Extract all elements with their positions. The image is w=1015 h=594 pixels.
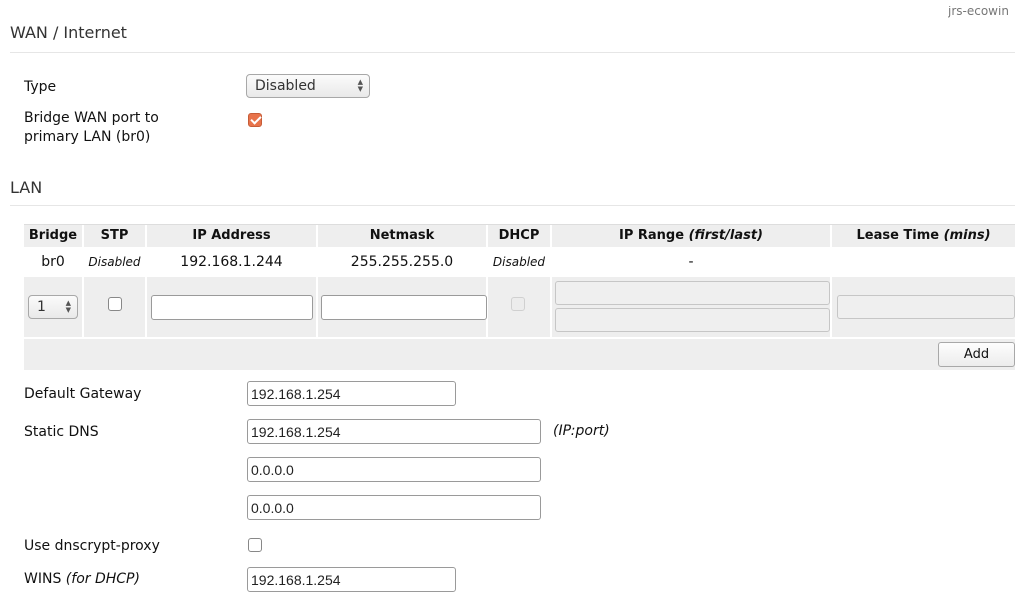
wins-label: WINS (for DHCP) [24,570,140,589]
new-stp-checkbox[interactable] [108,297,122,311]
lease-time-header-text: Lease Time [856,228,940,243]
wan-type-value: Disabled [255,78,316,94]
dns3-input[interactable] [247,495,541,520]
col-sep [82,277,84,337]
col-sep [830,277,832,337]
lan-section-title: LAN [10,178,43,197]
col-sep [316,277,318,337]
new-bridge-select-value: 1 [37,299,46,315]
ip-range-header-suffix: (first/last) [688,228,763,243]
wan-type-label: Type [24,79,57,95]
updown-arrows-icon: ▲ ▼ [65,299,71,314]
col-sep [145,277,147,337]
col-header-bridge: Bridge [28,228,78,243]
dns1-input[interactable] [247,419,541,444]
col-header-stp: STP [100,228,129,243]
row-netmask: 255.255.255.0 [350,254,454,270]
lan-table-footer [24,339,1015,370]
dnscrypt-checkbox[interactable] [248,538,262,552]
new-range-first-input[interactable] [555,281,830,305]
new-lease-time-input[interactable] [837,295,1015,319]
wins-label-suffix: (for DHCP) [65,571,140,587]
bridge-wan-label-line2: primary LAN (br0) [24,129,151,145]
hostname-corner-text: jrs-ecowin [948,6,1009,18]
static-dns-label: Static DNS [24,424,99,440]
bridge-wan-label: Bridge WAN port to primary LAN (br0) [24,109,159,147]
col-header-dhcp: DHCP [498,228,540,243]
row-dhcp: Disabled [492,255,546,269]
add-button[interactable]: Add [938,342,1015,367]
dns2-input[interactable] [247,457,541,482]
col-header-netmask: Netmask [369,228,435,243]
lan-divider [10,205,1015,206]
new-range-last-input[interactable] [555,308,830,332]
dnscrypt-label: Use dnscrypt-proxy [24,538,160,554]
lease-time-header-suffix: (mins) [943,228,991,243]
bridge-wan-checkbox[interactable] [248,113,262,127]
ip-range-header-text: IP Range [618,228,685,243]
bridge-wan-label-line1: Bridge WAN port to [24,110,159,126]
default-gateway-label: Default Gateway [24,386,142,402]
lan-table: Bridge STP IP Address Netmask DHCP IP Ra… [24,224,1015,370]
col-sep [550,277,552,337]
new-bridge-select[interactable]: 1 ▲ ▼ [28,295,78,319]
row-ip-range: - [688,254,694,270]
wan-type-select[interactable]: Disabled ▲ ▼ [246,74,370,98]
col-header-ip-range: IP Range (first/last) [552,226,830,246]
new-ip-address-input[interactable] [151,295,313,320]
default-gateway-input[interactable] [247,381,456,406]
dns-format-hint: (IP:port) [553,423,610,439]
new-dhcp-checkbox[interactable] [511,297,525,311]
col-header-lease-time: Lease Time (mins) [832,226,1015,246]
new-netmask-input[interactable] [321,295,487,320]
wins-input[interactable] [247,567,456,592]
row-stp: Disabled [88,255,141,269]
wins-label-text: WINS [24,571,62,587]
col-header-ip-address: IP Address [192,228,271,243]
wan-divider [10,52,1015,53]
row-ip-address: 192.168.1.244 [180,254,283,270]
updown-arrows-icon: ▲ ▼ [357,78,363,93]
row-bridge: br0 [41,254,65,270]
wan-section-title: WAN / Internet [10,23,127,42]
